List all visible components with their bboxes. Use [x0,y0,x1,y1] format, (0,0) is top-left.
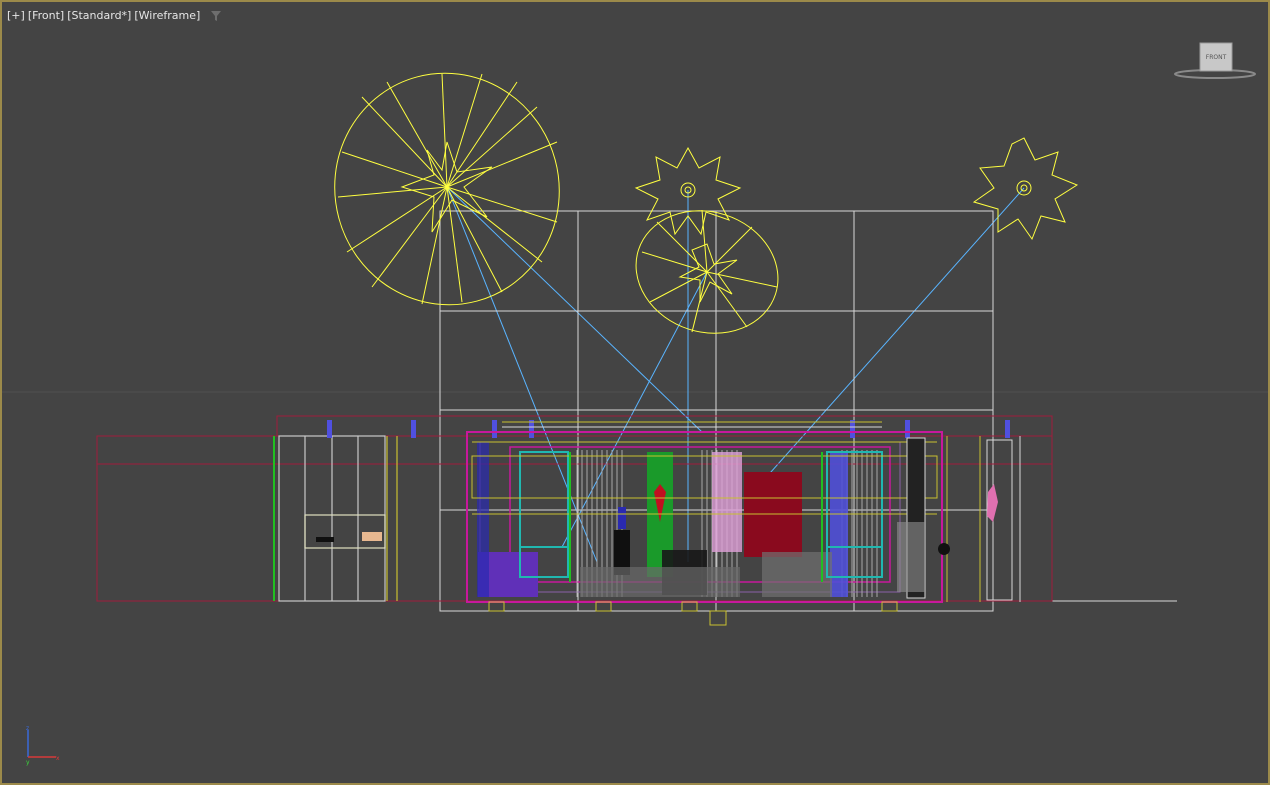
viewport-point-of-view-menu[interactable]: [Front] [28,9,64,22]
viewcube-front-face[interactable]: FRONT [1200,54,1232,61]
axis-tripod-icon: z x y [26,725,60,766]
filter-funnel-icon[interactable] [210,10,222,22]
wireframe-scene[interactable] [2,2,1268,783]
front-viewport[interactable]: [+] [Front] [Standard*] [Wireframe] FRON… [0,0,1270,785]
right-plant-decor [987,484,998,522]
right-wall-fixtures [946,436,1021,602]
axis-z-label: z [26,725,29,732]
left-cabinet [273,435,398,602]
ceiling-fixtures [327,420,1010,438]
viewcube-graphic [1174,42,1256,79]
axis-x-label: x [56,755,60,762]
area-light-small[interactable] [620,193,794,352]
cabinet-decor-object [316,537,334,542]
viewcube[interactable]: FRONT [1174,40,1256,82]
viewport-shading-standard-menu[interactable]: [Standard*] [67,9,131,22]
room-wireframe-box [439,210,1177,612]
viewport-general-menu[interactable]: [+] [7,9,25,22]
omni-light-right[interactable] [972,137,1079,241]
central-furniture-cluster [466,421,950,626]
axis-y-label: y [26,759,30,766]
viewport-label-bar: [+] [Front] [Standard*] [Wireframe] [7,9,222,22]
cabinet-decor-box [362,532,382,541]
area-light-large[interactable] [309,48,585,330]
viewport-display-mode-menu[interactable]: [Wireframe] [134,9,200,22]
